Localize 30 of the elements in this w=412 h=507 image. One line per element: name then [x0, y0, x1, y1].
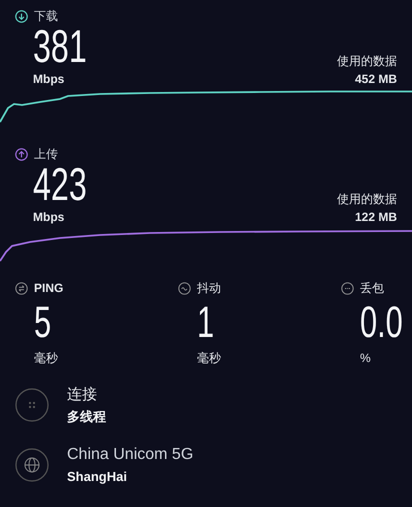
upload-icon — [15, 148, 28, 160]
test-label: 上传 — [34, 146, 58, 163]
data-used-label: 使用的数据 — [337, 191, 397, 208]
connection-value: 多线程 — [67, 408, 106, 426]
data-used-label: 使用的数据 — [337, 53, 397, 70]
data-used-value: 122 MB — [354, 209, 397, 226]
metric-unit: 毫秒 — [196, 350, 221, 367]
speed-unit: Mbps — [33, 209, 64, 226]
download-icon — [15, 10, 28, 22]
server-name: China Unicom 5G — [67, 445, 194, 466]
metric-label: 丢包 — [360, 280, 384, 297]
dashes-icon — [341, 282, 354, 294]
speed-value: 381 — [33, 23, 87, 69]
speed-value: 423 — [33, 161, 87, 207]
globe-icon — [15, 448, 49, 482]
metric-value: 5 — [34, 301, 52, 345]
wave-icon — [178, 282, 191, 294]
metric-unit: 毫秒 — [33, 350, 58, 367]
server-location: ShangHai — [67, 468, 128, 486]
speed-unit: Mbps — [33, 71, 64, 88]
data-used-value: 452 MB — [354, 71, 397, 88]
dots-icon — [15, 388, 49, 422]
connection-label: 连接 — [67, 385, 98, 405]
metric-label: 抖动 — [197, 280, 221, 297]
metric-label: PING — [34, 280, 64, 297]
metric-value: 0.0 — [360, 301, 403, 345]
metric-unit: % — [359, 350, 371, 367]
metric-value: 1 — [197, 301, 214, 345]
test-label: 下载 — [34, 8, 58, 25]
arrows-icon — [15, 282, 28, 294]
